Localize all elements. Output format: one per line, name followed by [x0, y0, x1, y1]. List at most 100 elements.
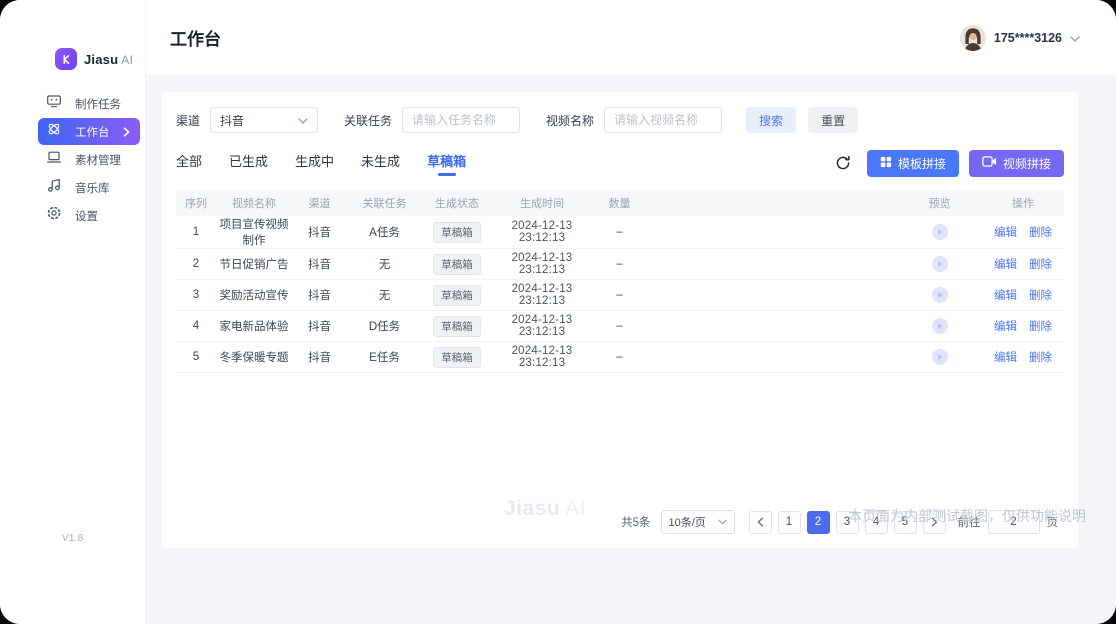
refresh-icon[interactable]	[835, 155, 851, 171]
template-join-button[interactable]: 模板拼接	[867, 150, 959, 177]
channel-select-value: 抖音	[220, 112, 244, 129]
delete-link[interactable]: 删除	[1029, 321, 1052, 333]
sidebar-item-label: 设置	[75, 208, 98, 224]
sidebar: JiasuAI 制作任务 工作台	[0, 0, 146, 624]
sidebar-item-production-tasks[interactable]: 制作任务	[38, 90, 140, 117]
sidebar-item-workbench[interactable]: 工作台	[38, 118, 140, 145]
page-button-2[interactable]: 2	[807, 511, 830, 534]
user-menu[interactable]: 175****3126	[960, 25, 1080, 51]
cell-time: 2024-12-13 23:12:13	[492, 342, 592, 373]
status-badge: 草稿箱	[433, 222, 481, 243]
cell-task: 无	[347, 280, 422, 311]
cell-index: 4	[176, 311, 216, 342]
template-join-label: 模板拼接	[898, 155, 946, 172]
app-window: JiasuAI 制作任务 工作台	[0, 0, 1116, 624]
tab-generating[interactable]: 生成中	[295, 151, 334, 176]
template-icon	[880, 156, 892, 171]
play-preview-icon[interactable]	[932, 287, 948, 303]
edit-link[interactable]: 编辑	[994, 321, 1017, 333]
table-header-row: 序列 视频名称 渠道 关联任务 生成状态 生成时间 数量 预览 操作	[176, 190, 1064, 216]
col-index: 序列	[176, 190, 216, 216]
channel-select[interactable]: 抖音	[210, 107, 318, 133]
page-size-select[interactable]: 10条/页	[661, 510, 735, 534]
delete-link[interactable]: 删除	[1029, 290, 1052, 302]
col-status: 生成状态	[422, 190, 492, 216]
video-name-input[interactable]	[604, 107, 722, 133]
delete-link[interactable]: 删除	[1029, 259, 1052, 271]
status-badge: 草稿箱	[433, 254, 481, 275]
col-video-name: 视频名称	[216, 190, 292, 216]
delete-link[interactable]: 删除	[1029, 352, 1052, 364]
board-icon	[46, 93, 62, 114]
edit-link[interactable]: 编辑	[994, 352, 1017, 364]
prev-page-button[interactable]	[749, 511, 772, 534]
video-table: 序列 视频名称 渠道 关联任务 生成状态 生成时间 数量 预览 操作 1	[176, 190, 1064, 373]
col-actions: 操作	[982, 190, 1064, 216]
cell-task: 无	[347, 249, 422, 280]
play-preview-icon[interactable]	[932, 224, 948, 240]
play-preview-icon[interactable]	[932, 318, 948, 334]
cell-task: D任务	[347, 311, 422, 342]
edit-link[interactable]: 编辑	[994, 227, 1017, 239]
watermark-suffix: AI	[565, 497, 586, 520]
cell-time: 2024-12-13 23:12:13	[492, 311, 592, 342]
cell-count: –	[592, 311, 647, 342]
table-row: 1 项目宣传视频制作 抖音 A任务 草稿箱 2024-12-13 23:12:1…	[176, 216, 1064, 249]
user-phone: 175****3126	[994, 31, 1062, 45]
cell-count: –	[592, 342, 647, 373]
cell-channel: 抖音	[292, 342, 347, 373]
sidebar-item-settings[interactable]: 设置	[38, 202, 140, 229]
sidebar-item-materials[interactable]: 素材管理	[38, 146, 140, 173]
cell-index: 1	[176, 216, 216, 249]
cell-task: E任务	[347, 342, 422, 373]
chevron-down-icon	[298, 111, 308, 129]
tab-all[interactable]: 全部	[176, 151, 202, 176]
avatar	[960, 25, 986, 51]
cell-count: –	[592, 249, 647, 280]
cell-channel: 抖音	[292, 311, 347, 342]
play-preview-icon[interactable]	[932, 256, 948, 272]
cell-count: –	[592, 280, 647, 311]
play-preview-icon[interactable]	[932, 349, 948, 365]
brand-suffix: AI	[121, 53, 133, 67]
table-row: 2 节日促销广告 抖音 无 草稿箱 2024-12-13 23:12:13 – …	[176, 249, 1064, 280]
chevron-down-icon	[718, 516, 727, 528]
search-button[interactable]: 搜索	[746, 107, 796, 133]
col-time: 生成时间	[492, 190, 592, 216]
cell-time: 2024-12-13 23:12:13	[492, 280, 592, 311]
top-bar: 工作台 175****3126	[146, 0, 1116, 76]
page-button-1[interactable]: 1	[778, 511, 801, 534]
tab-drafts[interactable]: 草稿箱	[427, 151, 466, 176]
filter-bar: 渠道 抖音 关联任务 视频名称 搜索 重置	[176, 106, 1064, 134]
cell-video-name: 节日促销广告	[216, 249, 292, 280]
tab-generated[interactable]: 已生成	[229, 151, 268, 176]
cell-video-name: 项目宣传视频制作	[216, 216, 292, 249]
reset-button[interactable]: 重置	[808, 107, 858, 133]
brand-logo-icon	[55, 48, 77, 70]
settings-icon	[46, 205, 62, 226]
col-count: 数量	[592, 190, 647, 216]
video-join-button[interactable]: 视频拼接	[969, 150, 1064, 177]
cell-index: 2	[176, 249, 216, 280]
sidebar-item-label: 音乐库	[75, 180, 110, 196]
table-row: 5 冬季保暖专题 抖音 E任务 草稿箱 2024-12-13 23:12:13 …	[176, 342, 1064, 373]
page-size-value: 10条/页	[669, 514, 706, 530]
col-task: 关联任务	[347, 190, 422, 216]
page-title: 工作台	[170, 25, 221, 50]
cell-index: 3	[176, 280, 216, 311]
chevron-right-icon	[123, 127, 130, 137]
cell-channel: 抖音	[292, 280, 347, 311]
task-label: 关联任务	[344, 112, 392, 129]
content-panel: 渠道 抖音 关联任务 视频名称 搜索 重置 全部 已生成	[162, 92, 1078, 548]
tab-not-generated[interactable]: 未生成	[361, 151, 400, 176]
edit-link[interactable]: 编辑	[994, 290, 1017, 302]
status-badge: 草稿箱	[433, 316, 481, 337]
cell-video-name: 冬季保暖专题	[216, 342, 292, 373]
brand-name: JiasuAI	[84, 52, 133, 67]
task-input[interactable]	[402, 107, 520, 133]
edit-link[interactable]: 编辑	[994, 259, 1017, 271]
col-preview: 预览	[897, 190, 982, 216]
delete-link[interactable]: 删除	[1029, 227, 1052, 239]
video-join-label: 视频拼接	[1003, 155, 1051, 172]
sidebar-item-music-library[interactable]: 音乐库	[38, 174, 140, 201]
